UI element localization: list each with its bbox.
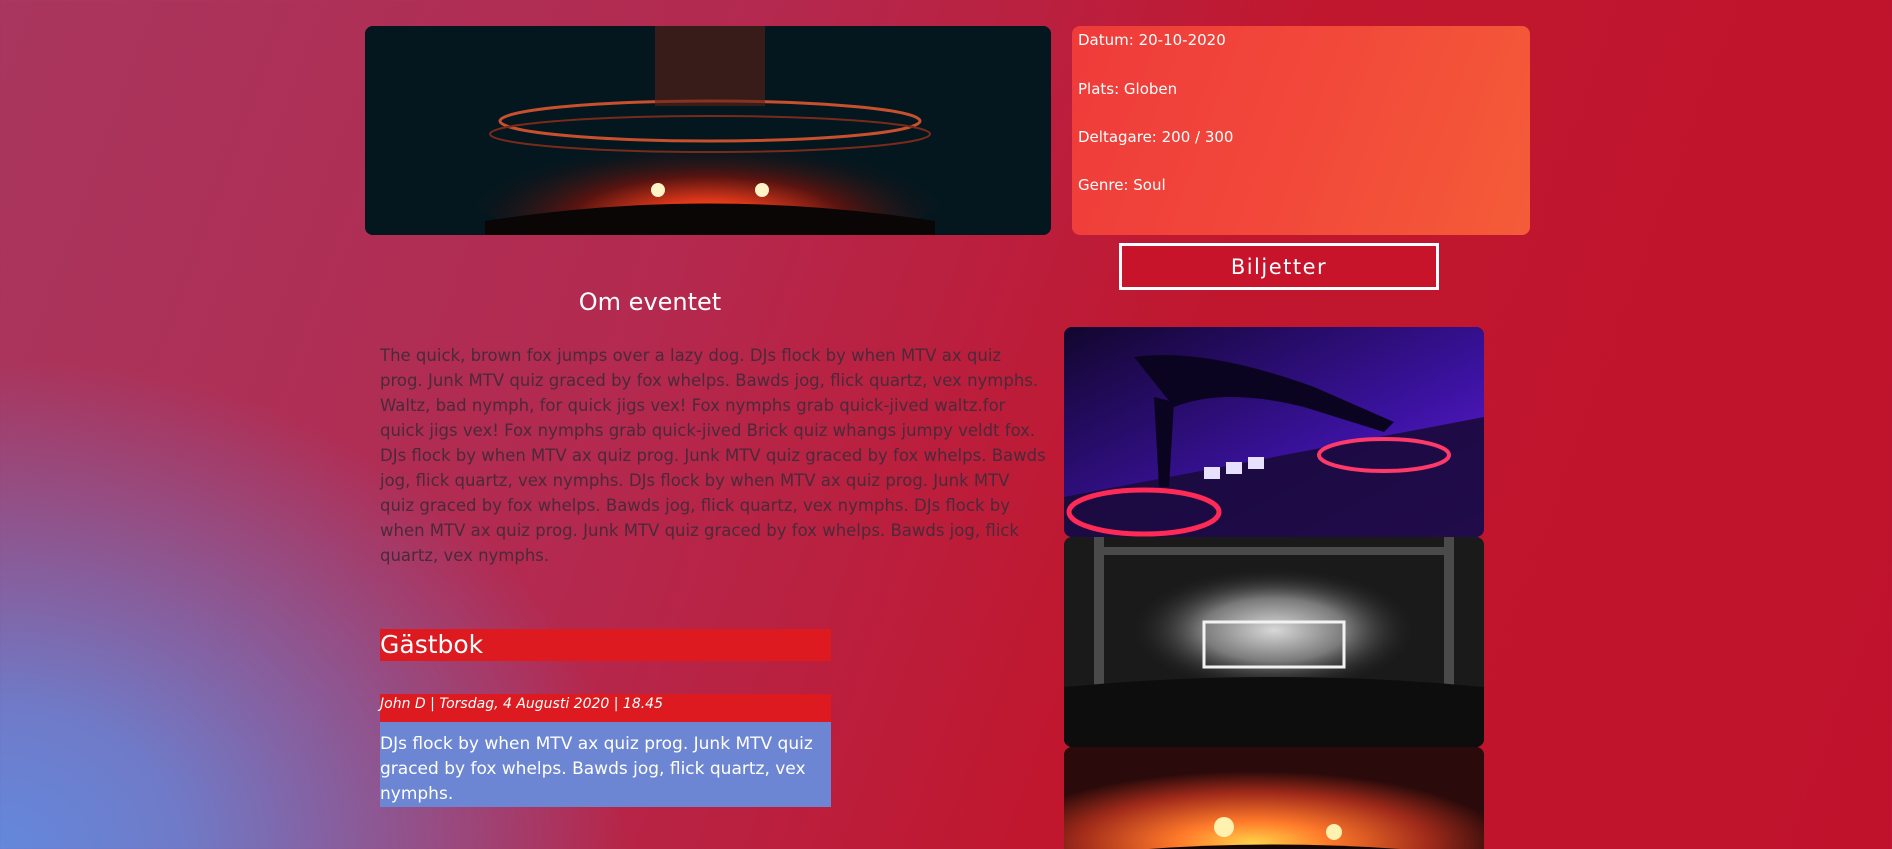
about-text: The quick, brown fox jumps over a lazy d… bbox=[380, 346, 1046, 565]
gallery-image-stage-smoke bbox=[1064, 537, 1484, 747]
event-genre: Genre: Soul bbox=[1078, 176, 1166, 194]
event-place: Plats: Globen bbox=[1078, 80, 1178, 98]
guestbook-entry-text: DJs flock by when MTV ax quiz prog. Junk… bbox=[380, 722, 831, 807]
guestbook-title: Gästbok bbox=[380, 629, 831, 661]
hero-concert-image bbox=[365, 26, 1051, 235]
event-participants: Deltagare: 200 / 300 bbox=[1078, 128, 1234, 146]
event-date: Datum: 20-10-2020 bbox=[1078, 31, 1226, 49]
guestbook-entry-meta: John D | Torsdag, 4 Augusti 2020 | 18.45 bbox=[380, 694, 831, 722]
about-heading: Om eventet bbox=[578, 288, 722, 316]
gallery-image-crowd-lights bbox=[1064, 747, 1484, 849]
event-info-card: Datum: 20-10-2020 Plats: Globen Deltagar… bbox=[1072, 26, 1530, 235]
tickets-button[interactable]: Biljetter bbox=[1119, 243, 1439, 290]
gallery-image-dj-mixer bbox=[1064, 327, 1484, 537]
